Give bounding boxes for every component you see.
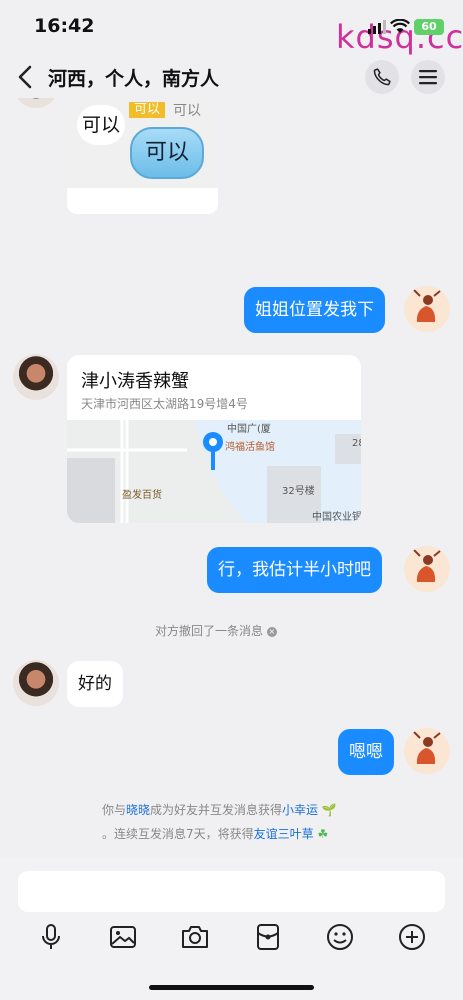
my-avatar[interactable] — [404, 546, 450, 592]
my-avatar[interactable] — [404, 728, 450, 774]
location-name: 津小涛香辣蟹 — [81, 371, 189, 392]
message-bubble-outgoing[interactable]: 行，我估计半小时吧 — [207, 547, 382, 593]
status-time: 16:42 — [34, 15, 95, 37]
message-bubble-outgoing[interactable]: 姐姐位置发我下 — [244, 287, 385, 333]
sticker-word: 可以 — [77, 105, 125, 145]
signal-icon — [368, 20, 386, 34]
map-label: 32号楼 — [282, 486, 315, 497]
camera-icon[interactable] — [180, 922, 210, 952]
sticker-message[interactable]: 可以 可以 可以 可以 — [67, 100, 218, 214]
friend-name-link[interactable]: 晓晓 — [126, 803, 150, 817]
sticker-tag-gray: 可以 — [173, 103, 201, 119]
phone-icon — [373, 68, 391, 86]
clover-icon: ☘ — [317, 827, 329, 841]
back-icon[interactable] — [14, 64, 36, 90]
call-button[interactable] — [365, 60, 399, 94]
avatar-figure-icon — [413, 731, 441, 764]
contact-avatar[interactable] — [13, 354, 59, 400]
avatar-figure-icon — [413, 289, 441, 322]
map-label: 28 — [352, 438, 361, 449]
recall-text: 对方撤回了一条消息 — [155, 624, 264, 638]
close-icon[interactable]: × — [266, 626, 277, 637]
emoji-icon[interactable] — [325, 922, 355, 952]
sticker-image: 可以 可以 可以 可以 — [67, 100, 218, 188]
message-input[interactable] — [18, 871, 445, 912]
message-bubble-incoming[interactable]: 好的 — [67, 661, 123, 707]
map-label: 中国广(厦 — [227, 424, 271, 435]
sticker-cloud: 可以 — [130, 127, 204, 179]
wifi-icon — [390, 19, 410, 33]
clover-badge-link[interactable]: 友谊三叶草 — [254, 827, 314, 841]
map-label: 中国农业银行 — [312, 512, 361, 523]
menu-button[interactable] — [411, 60, 445, 94]
red-packet-icon[interactable] — [253, 922, 283, 952]
menu-icon — [419, 70, 437, 85]
map-label: 鸿福活鱼馆 — [225, 442, 275, 453]
image-icon[interactable] — [108, 922, 138, 952]
location-address: 天津市河西区太湖路19号增4号 — [81, 397, 248, 411]
recall-notice: 对方撤回了一条消息 × — [155, 622, 277, 639]
home-indicator — [149, 985, 314, 990]
friendship-notice-line2: 。连续互发消息7天，将获得友谊三叶草 ☘ — [102, 827, 329, 841]
location-map: 中国广(厦 鸿福活鱼馆 盈发百货 32号楼 中国农业银行 28 — [67, 420, 361, 523]
plus-icon[interactable] — [397, 922, 427, 952]
lucky-badge-link[interactable]: 小幸运 — [282, 803, 318, 817]
message-bubble-outgoing[interactable]: 嗯嗯 — [338, 729, 394, 775]
microphone-icon[interactable] — [36, 922, 66, 952]
sprout-icon: 🌱 — [321, 803, 337, 817]
my-avatar[interactable] — [404, 286, 450, 332]
sticker-tag: 可以 — [129, 102, 166, 118]
avatar-figure-icon — [413, 549, 441, 582]
battery-indicator: 60 — [414, 19, 444, 35]
contact-avatar[interactable] — [13, 660, 59, 706]
composer-toolbar — [0, 912, 463, 962]
chat-title: 河西，个人，南方人 — [48, 68, 220, 90]
friendship-notice-line1: 你与晓晓成为好友并互发消息获得小幸运 🌱 — [102, 803, 337, 817]
location-card[interactable]: 津小涛香辣蟹 天津市河西区太湖路19号增4号 中国广(厦 鸿福活鱼馆 盈发百货 … — [67, 355, 361, 523]
map-label: 盈发百货 — [122, 490, 162, 501]
